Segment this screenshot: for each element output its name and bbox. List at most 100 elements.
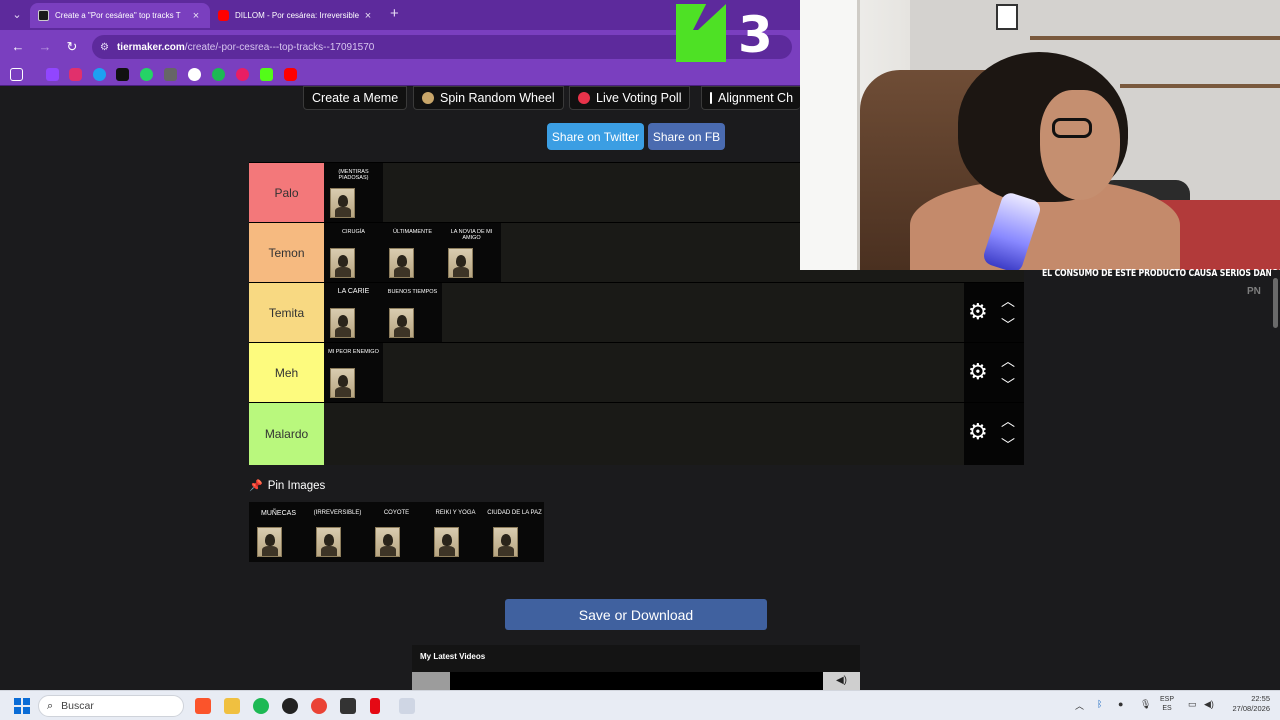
share-fb-button[interactable]: Share on FB <box>648 123 725 150</box>
scrollbar-thumb[interactable] <box>1273 278 1278 328</box>
gear-icon[interactable]: ⚙ <box>968 421 988 443</box>
chevron-up-icon[interactable]: ︿ <box>1001 411 1015 431</box>
webcam-overlay <box>800 0 1280 270</box>
gear-icon[interactable]: ⚙ <box>968 361 988 383</box>
tab-youtube[interactable]: DILLOM - Por cesárea: Irreversible × <box>210 3 382 28</box>
tier-row: Meh MI PEOR ENEMIGO ⚙ ︿ ﹀ <box>249 342 1024 403</box>
song-card[interactable]: CIUDAD DE LA PAZ <box>485 502 544 562</box>
twitter-bookmark-icon[interactable] <box>93 68 106 81</box>
song-title: LA NOVIA DE MI AMIGO <box>450 229 493 241</box>
song-card[interactable]: LA CARIE <box>324 283 383 343</box>
song-card[interactable]: (IRREVERSIBLE) <box>308 502 367 562</box>
song-title: (IRREVERSIBLE) <box>313 510 362 516</box>
download-bookmark-icon[interactable] <box>116 68 129 81</box>
tab-close-icon[interactable]: × <box>190 10 202 22</box>
tier-label[interactable]: Temon <box>249 223 324 283</box>
song-card[interactable]: REIKI Y YOGA <box>426 502 485 562</box>
obs-icon[interactable] <box>282 698 298 714</box>
brave-icon[interactable] <box>195 698 211 714</box>
song-card[interactable]: BUENOS TIEMPOS <box>383 283 442 343</box>
spotify-icon[interactable] <box>253 698 269 714</box>
network-icon[interactable]: ▭ <box>1188 699 1197 710</box>
tier-items[interactable]: CIRUGÍA ÚLTIMAMENTE LA NOVIA DE MI AMIGO <box>324 223 501 283</box>
screen: ⌄ Create a "Por cesárea" top tracks T × … <box>0 0 1280 720</box>
taskbar-search[interactable]: ⌕ Buscar <box>38 695 184 717</box>
chevron-down-icon[interactable]: ﹀ <box>1001 375 1015 395</box>
song-title: LA CARIE <box>337 288 370 295</box>
whatsapp-bookmark-icon[interactable] <box>140 68 153 81</box>
youtube-favicon-icon <box>218 10 229 21</box>
back-arrow-icon[interactable]: ← <box>9 38 27 56</box>
tier-items[interactable]: (MENTIRAS PIADOSAS) <box>324 163 383 223</box>
song-title: ÚLTIMAMENTE <box>392 229 432 235</box>
spotify-bookmark-icon[interactable] <box>212 68 225 81</box>
tier-row: Temita LA CARIE BUENOS TIEMPOS ⚙ ︿ ﹀ <box>249 282 1024 343</box>
tab-tiermaker[interactable]: Create a "Por cesárea" top tracks T × <box>30 3 210 28</box>
tier-label[interactable]: Meh <box>249 343 324 403</box>
song-title: CIUDAD DE LA PAZ <box>487 510 542 516</box>
gear-icon[interactable]: ⚙ <box>968 301 988 323</box>
chrome-icon[interactable] <box>311 698 327 714</box>
latest-videos-panel: My Latest Videos ◀) <box>412 645 860 690</box>
create-meme-button[interactable]: Create a Meme <box>303 86 408 110</box>
new-tab-plus-icon[interactable]: + <box>390 5 399 22</box>
windows-start-icon[interactable] <box>14 698 30 714</box>
song-title: BUENOS TIEMPOS <box>387 289 438 295</box>
tier-items[interactable]: LA CARIE BUENOS TIEMPOS <box>324 283 442 343</box>
share-twitter-button[interactable]: Share on Twitter <box>547 123 644 150</box>
chevron-up-icon[interactable]: ︿ <box>1001 291 1015 311</box>
bluetooth-icon[interactable]: ᛒ <box>1097 699 1102 709</box>
bookmark-icon[interactable] <box>164 68 177 81</box>
site-info-icon[interactable]: ⚙ <box>100 42 109 53</box>
song-card[interactable]: COYOTE <box>367 502 426 562</box>
song-card[interactable]: MUÑECAS <box>249 502 308 562</box>
song-card[interactable]: (MENTIRAS PIADOSAS) <box>324 163 383 223</box>
album-cover <box>330 308 355 338</box>
instagram-bookmark-icon[interactable] <box>69 68 82 81</box>
site-top-buttons: Create a Meme Spin Random Wheel Live Vot… <box>0 86 800 114</box>
language-indicator[interactable]: ESP ES <box>1160 695 1174 713</box>
netflix-icon[interactable] <box>370 698 380 714</box>
song-card[interactable]: CIRUGÍA <box>324 223 383 283</box>
bookmark-icon[interactable] <box>236 68 249 81</box>
tier-items[interactable]: MI PEOR ENEMIGO <box>324 343 383 403</box>
page-scrollbar[interactable] <box>1271 270 1280 690</box>
system-clock[interactable]: 22:55 27/08/2026 <box>1226 694 1270 714</box>
obs-tray-icon[interactable]: ● <box>1118 699 1123 709</box>
chevron-up-icon[interactable]: ︿ <box>1075 699 1084 712</box>
voting-poll-button[interactable]: Live Voting Poll <box>569 86 691 110</box>
song-card[interactable]: ÚLTIMAMENTE <box>383 223 442 283</box>
overlay-number: 3 <box>738 6 773 64</box>
chrome-bookmark-icon[interactable] <box>188 68 201 81</box>
tier-label[interactable]: Temita <box>249 283 324 343</box>
album-cover <box>434 527 459 557</box>
tier-row: Malardo ⚙ ︿ ﹀ <box>249 402 1024 465</box>
alignment-chart-button[interactable]: Alignment Ch <box>701 86 800 110</box>
microphone-icon[interactable]: 🎙 <box>1140 699 1151 710</box>
pin-images-header[interactable]: 📌 Pin Images <box>249 479 325 493</box>
youtube-bookmark-icon[interactable] <box>284 68 297 81</box>
chevron-up-icon[interactable]: ︿ <box>1001 351 1015 371</box>
tab-search-chevron-icon[interactable]: ⌄ <box>8 6 26 24</box>
twitch-bookmark-icon[interactable] <box>46 68 59 81</box>
tier-label[interactable]: Palo <box>249 163 324 223</box>
reload-icon[interactable]: ↻ <box>63 38 81 56</box>
kick-bookmark-icon[interactable] <box>260 68 273 81</box>
epic-games-icon[interactable] <box>340 698 356 714</box>
song-card[interactable]: LA NOVIA DE MI AMIGO <box>442 223 501 283</box>
chevron-down-icon[interactable]: ﹀ <box>1001 315 1015 335</box>
app-icon[interactable] <box>399 698 415 714</box>
volume-icon[interactable]: ◀) <box>1204 699 1214 710</box>
tier-label[interactable]: Malardo <box>249 403 324 465</box>
volume-icon[interactable]: ◀) <box>823 672 860 690</box>
video-player[interactable] <box>412 672 860 690</box>
tab-close-icon[interactable]: × <box>362 10 374 22</box>
spin-wheel-button[interactable]: Spin Random Wheel <box>413 86 564 110</box>
apps-grid-icon[interactable] <box>10 68 23 81</box>
song-card[interactable]: MI PEOR ENEMIGO <box>324 343 383 403</box>
chevron-down-icon[interactable]: ﹀ <box>1001 435 1015 455</box>
forward-arrow-icon[interactable]: → <box>36 38 54 56</box>
save-download-button[interactable]: Save or Download <box>505 599 767 630</box>
video-thumbnail[interactable] <box>412 672 450 690</box>
file-explorer-icon[interactable] <box>224 698 240 714</box>
